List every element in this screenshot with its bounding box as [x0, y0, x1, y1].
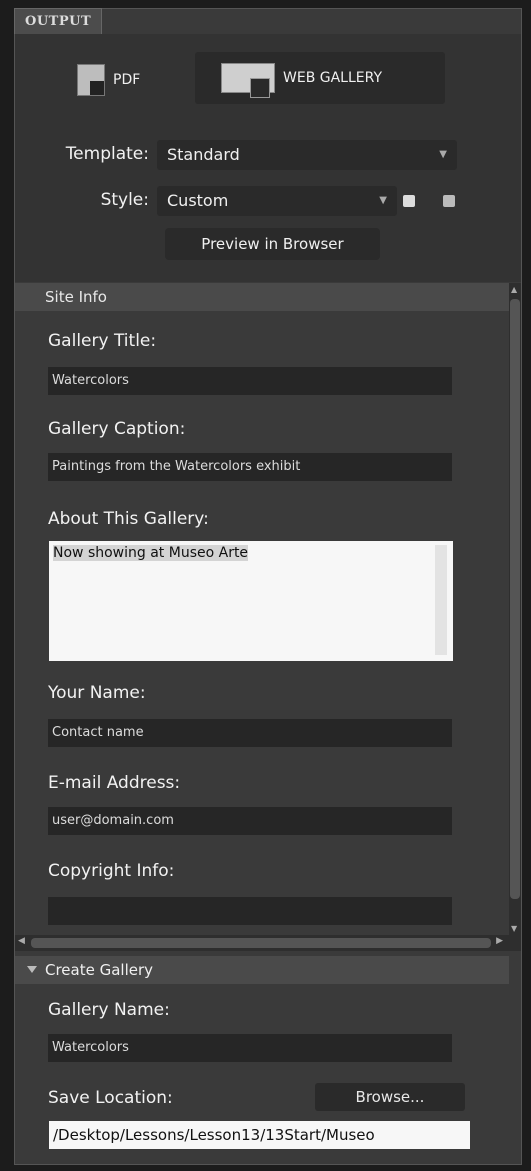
- gallery-title-label: Gallery Title:: [48, 331, 157, 351]
- create-gallery-title: Create Gallery: [45, 961, 154, 979]
- save-location-field[interactable]: /Desktop/Lessons/Lesson13/13Start/Museo: [49, 1121, 470, 1149]
- horizontal-scroll-thumb[interactable]: [31, 938, 491, 948]
- template-label: Template:: [65, 144, 149, 164]
- pdf-document-icon: [77, 64, 105, 96]
- scroll-right-arrow-icon[interactable]: ▶: [496, 936, 503, 946]
- gallery-name-label: Gallery Name:: [48, 1000, 170, 1020]
- chevron-down-icon: ▼: [439, 149, 447, 160]
- about-gallery-label: About This Gallery:: [48, 509, 209, 529]
- preview-in-browser-button[interactable]: Preview in Browser: [165, 228, 380, 260]
- gallery-caption-label: Gallery Caption:: [48, 419, 186, 439]
- output-settings: PDF WEB GALLERY Template: Standard ▼ Sty…: [15, 34, 521, 282]
- scroll-up-arrow-icon[interactable]: ▲: [511, 285, 519, 294]
- copyright-field[interactable]: [48, 897, 452, 925]
- style-label: Style:: [100, 190, 149, 210]
- pdf-mode-label: PDF: [113, 72, 141, 88]
- gallery-title-field[interactable]: Watercolors: [48, 367, 452, 395]
- about-gallery-text: Now showing at Museo Arte: [53, 545, 249, 561]
- save-style-icon[interactable]: [403, 195, 415, 207]
- style-select[interactable]: Custom ▼: [157, 186, 397, 216]
- gallery-caption-field[interactable]: Paintings from the Watercolors exhibit: [48, 453, 452, 481]
- web-gallery-mode-label: WEB GALLERY: [283, 70, 382, 86]
- pdf-mode-button[interactable]: PDF: [77, 60, 140, 100]
- about-gallery-textarea[interactable]: Now showing at Museo Arte: [49, 541, 453, 661]
- copyright-label: Copyright Info:: [48, 861, 175, 881]
- gallery-name-field[interactable]: Watercolors: [48, 1034, 452, 1062]
- web-gallery-icon: [221, 63, 275, 98]
- panel-tab-output[interactable]: OUTPUT: [14, 8, 103, 34]
- style-value: Custom: [167, 191, 229, 210]
- save-location-label: Save Location:: [48, 1088, 173, 1108]
- textarea-scrollbar[interactable]: [435, 545, 447, 655]
- email-field[interactable]: user@domain.com: [48, 807, 452, 835]
- horizontal-scrollbar[interactable]: ◀ ▶: [15, 935, 521, 951]
- scroll-left-arrow-icon[interactable]: ◀: [18, 936, 25, 946]
- vertical-scrollbar[interactable]: ▲ ▼: [509, 283, 521, 935]
- create-gallery-header[interactable]: Create Gallery: [15, 956, 509, 984]
- site-info-title: Site Info: [45, 288, 107, 306]
- chevron-down-icon: ▼: [379, 195, 387, 206]
- web-gallery-mode-button[interactable]: WEB GALLERY: [195, 52, 445, 104]
- scroll-down-arrow-icon[interactable]: ▼: [511, 924, 519, 933]
- create-gallery-section: Create Gallery Gallery Name: Watercolors…: [15, 952, 521, 1164]
- delete-style-icon[interactable]: [443, 195, 455, 207]
- your-name-label: Your Name:: [48, 683, 146, 703]
- template-select[interactable]: Standard ▼: [157, 140, 457, 170]
- site-info-section: Site Info Gallery Title: Watercolors Gal…: [15, 283, 509, 935]
- template-value: Standard: [167, 145, 240, 164]
- your-name-field[interactable]: Contact name: [48, 719, 452, 747]
- email-label: E-mail Address:: [48, 773, 181, 793]
- site-info-header[interactable]: Site Info: [15, 283, 509, 311]
- browse-button[interactable]: Browse...: [315, 1083, 465, 1111]
- vertical-scroll-thumb[interactable]: [510, 299, 520, 899]
